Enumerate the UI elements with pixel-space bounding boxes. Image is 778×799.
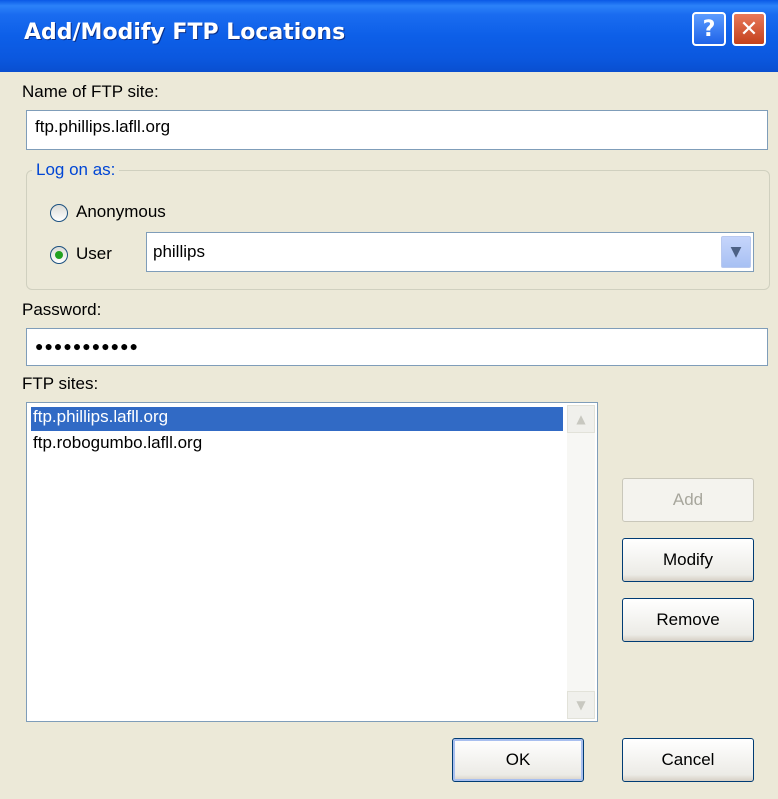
cancel-button[interactable]: Cancel bbox=[622, 738, 754, 782]
ftp-sites-listbox[interactable]: ftp.phillips.lafll.org ftp.robogumbo.laf… bbox=[26, 402, 598, 722]
user-radio[interactable] bbox=[50, 246, 68, 264]
list-item[interactable]: ftp.robogumbo.lafll.org bbox=[31, 433, 202, 457]
chevron-down-icon[interactable]: ▼ bbox=[721, 236, 751, 268]
anonymous-radio[interactable] bbox=[50, 204, 68, 222]
site-name-input[interactable]: ftp.phillips.lafll.org bbox=[26, 110, 768, 150]
listbox-scrollbar[interactable]: ▲ ▼ bbox=[567, 405, 595, 719]
user-combobox-value: phillips bbox=[153, 242, 205, 261]
ftp-locations-dialog: Add/Modify FTP Locations ? ✕ Name of FTP… bbox=[0, 0, 778, 799]
anonymous-label[interactable]: Anonymous bbox=[76, 202, 166, 222]
logon-group bbox=[26, 170, 770, 290]
password-input[interactable]: ●●●●●●●●●●● bbox=[26, 328, 768, 366]
list-item[interactable]: ftp.phillips.lafll.org bbox=[31, 407, 563, 431]
close-icon: ✕ bbox=[739, 16, 759, 42]
modify-button[interactable]: Modify bbox=[622, 538, 754, 582]
scroll-down-icon[interactable]: ▼ bbox=[567, 691, 595, 719]
logon-legend: Log on as: bbox=[32, 160, 120, 180]
title-bar[interactable]: Add/Modify FTP Locations ? ✕ bbox=[0, 0, 778, 72]
user-combobox[interactable]: phillips ▼ bbox=[146, 232, 754, 272]
help-icon: ? bbox=[702, 16, 716, 42]
add-button[interactable]: Add bbox=[622, 478, 754, 522]
scroll-up-icon[interactable]: ▲ bbox=[567, 405, 595, 433]
help-button[interactable]: ? bbox=[692, 12, 726, 46]
password-label: Password: bbox=[22, 300, 102, 319]
close-button[interactable]: ✕ bbox=[732, 12, 766, 46]
dialog-body: Name of FTP site: ftp.phillips.lafll.org… bbox=[14, 72, 772, 792]
user-label[interactable]: User bbox=[76, 244, 112, 264]
ftp-sites-label: FTP sites: bbox=[22, 374, 99, 393]
site-name-label: Name of FTP site: bbox=[22, 82, 159, 101]
ok-button[interactable]: OK bbox=[452, 738, 584, 782]
dialog-title: Add/Modify FTP Locations bbox=[24, 20, 346, 45]
remove-button[interactable]: Remove bbox=[622, 598, 754, 642]
